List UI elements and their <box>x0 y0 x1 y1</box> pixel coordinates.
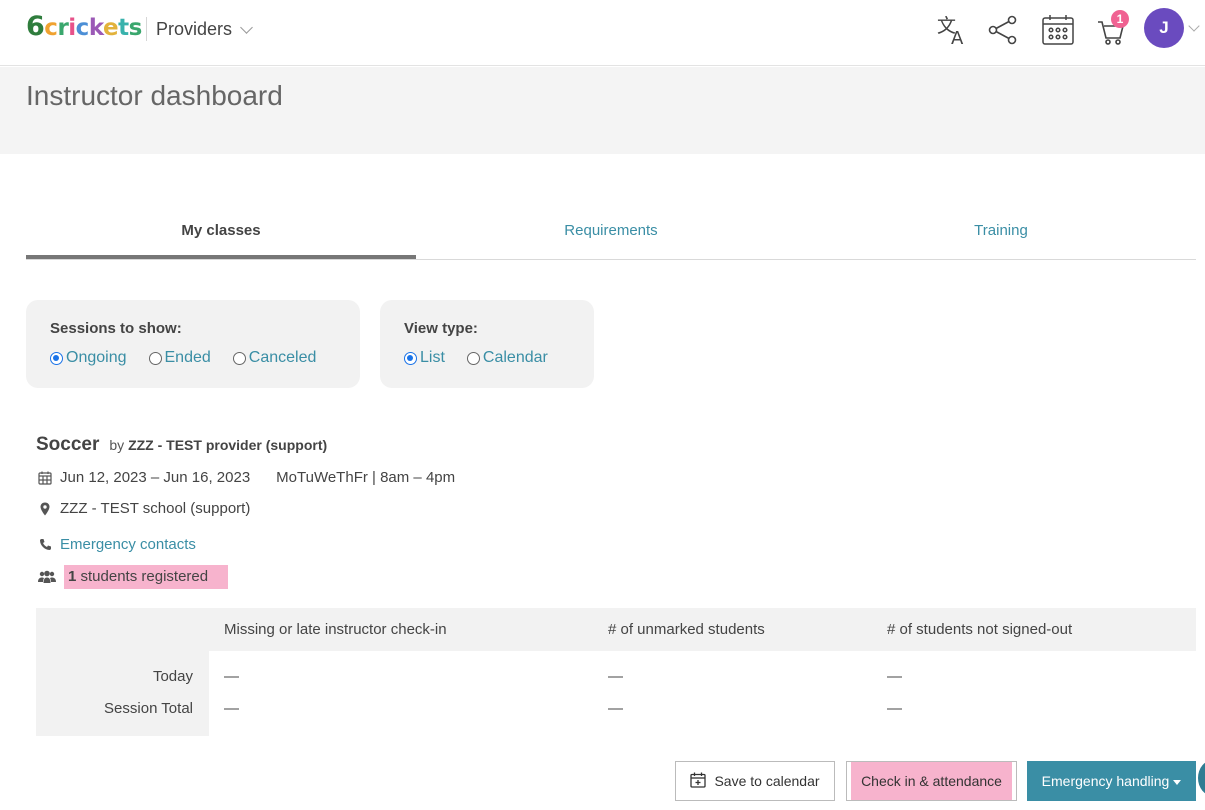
users-icon <box>38 570 56 584</box>
class-dates: Jun 12, 2023 – Jun 16, 2023 <box>60 469 251 486</box>
students-label: students registered <box>80 568 209 585</box>
stats-values: — — — — — — <box>209 651 1196 736</box>
radio-label: Ended <box>164 349 211 366</box>
table-cell: — <box>887 700 902 717</box>
emergency-contacts-row: Emergency contacts <box>38 536 196 553</box>
sessions-filter: Sessions to show: Ongoing Ended Canceled <box>26 300 360 388</box>
class-schedule: MoTuWeThFr | 8am – 4pm <box>276 469 456 486</box>
providers-label: Providers <box>156 19 233 39</box>
save-to-calendar-button[interactable]: Save to calendar <box>675 761 835 801</box>
title-band: Instructor dashboard <box>0 67 1205 154</box>
tab-bar: My classes Requirements Training <box>26 212 1196 260</box>
chevron-down-icon <box>240 20 253 34</box>
class-name: Soccer <box>36 434 100 455</box>
translate-icon[interactable]: 文 A <box>935 12 971 48</box>
check-in-attendance-button[interactable]: Check in & attendance <box>846 761 1017 801</box>
students-count: 1 <box>68 568 77 585</box>
calendar-grid-icon[interactable] <box>1040 12 1076 48</box>
logo-divider <box>146 17 147 41</box>
svg-text:A: A <box>951 28 964 46</box>
radio-canceled[interactable]: Canceled <box>232 349 317 367</box>
table-cell: — <box>608 700 623 717</box>
view-type-filter: View type: List Calendar <box>380 300 594 388</box>
table-cell: — <box>224 700 239 717</box>
radio-checked-icon[interactable] <box>404 351 417 365</box>
column-header: Missing or late instructor check-in <box>224 621 447 638</box>
radio-label: Ongoing <box>66 349 127 366</box>
provider-name: ZZZ - TEST provider (support) <box>128 437 328 453</box>
table-cell: — <box>224 668 239 685</box>
radio-unchecked-icon[interactable] <box>232 351 246 365</box>
cart-count-badge: 1 <box>1111 10 1129 28</box>
calendar-icon <box>38 471 52 485</box>
emergency-handling-label: Emergency handling <box>1041 773 1170 789</box>
students-registered-row: 1 students registered <box>38 565 229 589</box>
table-cell: — <box>608 668 623 685</box>
check-in-label: Check in & attendance <box>851 762 1012 800</box>
providers-dropdown[interactable]: Providers <box>156 19 253 40</box>
table-cell: — <box>887 668 902 685</box>
column-header: # of unmarked students <box>608 621 765 638</box>
by-prefix: by <box>109 437 125 453</box>
class-location: ZZZ - TEST school (support) <box>60 500 251 517</box>
radio-checked-icon[interactable] <box>50 351 63 365</box>
save-to-calendar-label: Save to calendar <box>714 773 820 789</box>
share-icon[interactable] <box>985 12 1021 48</box>
class-location-row: ZZZ - TEST school (support) <box>38 500 250 517</box>
radio-label: Calendar <box>482 349 548 366</box>
row-label-today: Today <box>152 668 193 685</box>
radio-unchecked-icon[interactable] <box>466 351 480 365</box>
sessions-filter-title: Sessions to show: <box>50 320 182 337</box>
caret-down-icon <box>1173 779 1182 785</box>
radio-unchecked-icon[interactable] <box>148 351 162 365</box>
chat-launcher-button[interactable] <box>1198 760 1205 796</box>
cart-icon[interactable]: 1 <box>1093 10 1129 48</box>
map-pin-icon <box>38 502 52 516</box>
radio-label: Canceled <box>248 349 317 366</box>
class-dates-row: Jun 12, 2023 – Jun 16, 2023 MoTuWeThFr |… <box>38 469 455 486</box>
students-registered-link[interactable]: 1 students registered <box>64 565 229 589</box>
top-bar: 6crickets Providers 文 A 1 J <box>0 0 1205 66</box>
radio-ended[interactable]: Ended <box>148 349 211 367</box>
page-title: Instructor dashboard <box>26 80 283 111</box>
radio-calendar[interactable]: Calendar <box>466 349 548 367</box>
attendance-stats-table: Missing or late instructor check-in # of… <box>36 608 1196 736</box>
phone-icon <box>38 538 52 552</box>
tab-training[interactable]: Training <box>806 212 1196 259</box>
emergency-contacts-link[interactable]: Emergency contacts <box>60 536 196 553</box>
class-header: Soccer by ZZZ - TEST provider (support) <box>36 434 327 456</box>
row-label-session-total: Session Total <box>104 700 193 717</box>
class-provider: by ZZZ - TEST provider (support) <box>109 437 327 453</box>
radio-list[interactable]: List <box>404 349 445 367</box>
tab-my-classes[interactable]: My classes <box>26 212 416 259</box>
logo[interactable]: 6crickets <box>26 11 142 42</box>
tab-requirements[interactable]: Requirements <box>416 212 806 259</box>
avatar[interactable]: J <box>1144 8 1184 48</box>
chevron-down-icon[interactable] <box>1188 20 1200 32</box>
radio-label: List <box>420 349 445 366</box>
emergency-handling-button[interactable]: Emergency handling <box>1027 761 1196 801</box>
radio-ongoing[interactable]: Ongoing <box>50 349 127 367</box>
calendar-plus-icon <box>690 772 707 791</box>
view-type-title: View type: <box>404 320 478 337</box>
column-header: # of students not signed-out <box>887 621 1073 638</box>
